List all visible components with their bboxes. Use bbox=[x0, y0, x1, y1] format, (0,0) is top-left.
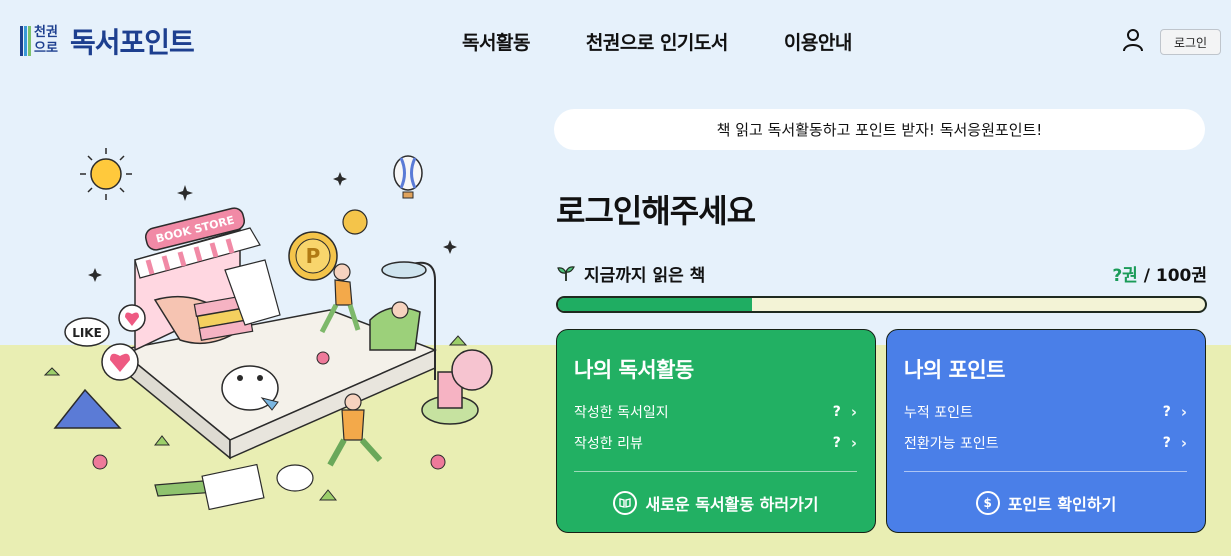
point-coin-icon: P bbox=[288, 231, 338, 281]
login-button[interactable]: 로그인 bbox=[1160, 29, 1221, 55]
read-books-count: ?권 / 100권 bbox=[1112, 261, 1207, 286]
logo-mark: 천권 으로 bbox=[20, 23, 66, 59]
chevron-right-icon: › bbox=[1180, 434, 1187, 452]
book-icon bbox=[613, 491, 638, 515]
reading-progress-fill bbox=[558, 298, 753, 311]
bookstore-illustration: BOOK STORE P LIKE bbox=[43, 148, 493, 511]
chevron-right-icon: › bbox=[1180, 403, 1187, 421]
divider bbox=[904, 471, 1187, 472]
read-books-goal: / 100권 bbox=[1137, 265, 1207, 286]
action-label: 새로운 독서활동 하러가기 bbox=[645, 495, 819, 514]
logo-mark-top: 천권 bbox=[34, 25, 58, 40]
nav-guide[interactable]: 이용안내 bbox=[784, 28, 852, 55]
card-title: 나의 독서활동 bbox=[574, 358, 694, 382]
written-review-item[interactable]: 작성한 리뷰 ? › bbox=[574, 432, 857, 454]
card-title: 나의 포인트 bbox=[904, 358, 1005, 382]
my-points-card: 나의 포인트 누적 포인트 ? › 전환가능 포인트 ? › $ 포인트 확인하기 bbox=[886, 329, 1206, 533]
like-bubble: LIKE bbox=[64, 317, 110, 347]
svg-text:P: P bbox=[306, 244, 321, 268]
item-value: ? bbox=[832, 435, 841, 451]
promo-banner: 책 읽고 독서활동하고 포인트 받자! 독서응원포인트! bbox=[554, 109, 1205, 150]
nav-reading-activity[interactable]: 독서활동 bbox=[462, 28, 530, 55]
logo-text: 독서포인트 bbox=[70, 26, 195, 59]
check-points-button[interactable]: $ 포인트 확인하기 bbox=[887, 490, 1205, 516]
new-reading-activity-button[interactable]: 새로운 독서활동 하러가기 bbox=[557, 490, 875, 516]
login-prompt-title: 로그인해주세요 bbox=[556, 192, 756, 230]
read-books-label-group: 지금까지 읽은 책 bbox=[556, 261, 705, 286]
sun-icon bbox=[80, 148, 132, 200]
action-label: 포인트 확인하기 bbox=[1007, 495, 1117, 514]
read-books-row: 지금까지 읽은 책 ?권 / 100권 bbox=[556, 260, 1207, 286]
read-books-value: ?권 bbox=[1112, 265, 1138, 286]
accumulated-points-item[interactable]: 누적 포인트 ? › bbox=[904, 401, 1187, 423]
item-label: 작성한 독서일지 bbox=[574, 405, 669, 421]
main-nav: 독서활동 천권으로 인기도서 이용안내 bbox=[462, 28, 852, 55]
item-value: ? bbox=[1162, 404, 1171, 420]
my-reading-activity-card: 나의 독서활동 작성한 독서일지 ? › 작성한 리뷰 ? › 새로운 독서활동 하… bbox=[556, 329, 876, 533]
chevron-right-icon: › bbox=[850, 434, 857, 452]
written-journal-item[interactable]: 작성한 독서일지 ? › bbox=[574, 401, 857, 423]
divider bbox=[574, 471, 857, 472]
heart-icon bbox=[101, 343, 139, 381]
nav-popular-books[interactable]: 천권으로 인기도서 bbox=[586, 28, 728, 55]
dollar-icon: $ bbox=[975, 491, 1000, 515]
reading-progress-bar bbox=[556, 296, 1207, 313]
svg-text:LIKE: LIKE bbox=[72, 326, 102, 340]
logo-mark-bottom: 으로 bbox=[34, 41, 58, 56]
hot-air-balloon-icon bbox=[393, 155, 423, 199]
item-value: ? bbox=[832, 404, 841, 420]
read-books-label: 지금까지 읽은 책 bbox=[584, 265, 706, 286]
item-value: ? bbox=[1162, 435, 1171, 451]
item-label: 전환가능 포인트 bbox=[904, 436, 999, 452]
chevron-right-icon: › bbox=[850, 403, 857, 421]
item-label: 누적 포인트 bbox=[904, 405, 973, 421]
convertible-points-item[interactable]: 전환가능 포인트 ? › bbox=[904, 432, 1187, 454]
item-label: 작성한 리뷰 bbox=[574, 436, 643, 452]
header: 천권 으로 독서포인트 독서활동 천권으로 인기도서 이용안내 로그인 bbox=[0, 0, 1231, 84]
heart-icon bbox=[118, 304, 146, 332]
user-icon[interactable] bbox=[1121, 28, 1145, 52]
sprout-icon bbox=[557, 266, 575, 281]
logo[interactable]: 천권 으로 독서포인트 bbox=[20, 23, 195, 59]
